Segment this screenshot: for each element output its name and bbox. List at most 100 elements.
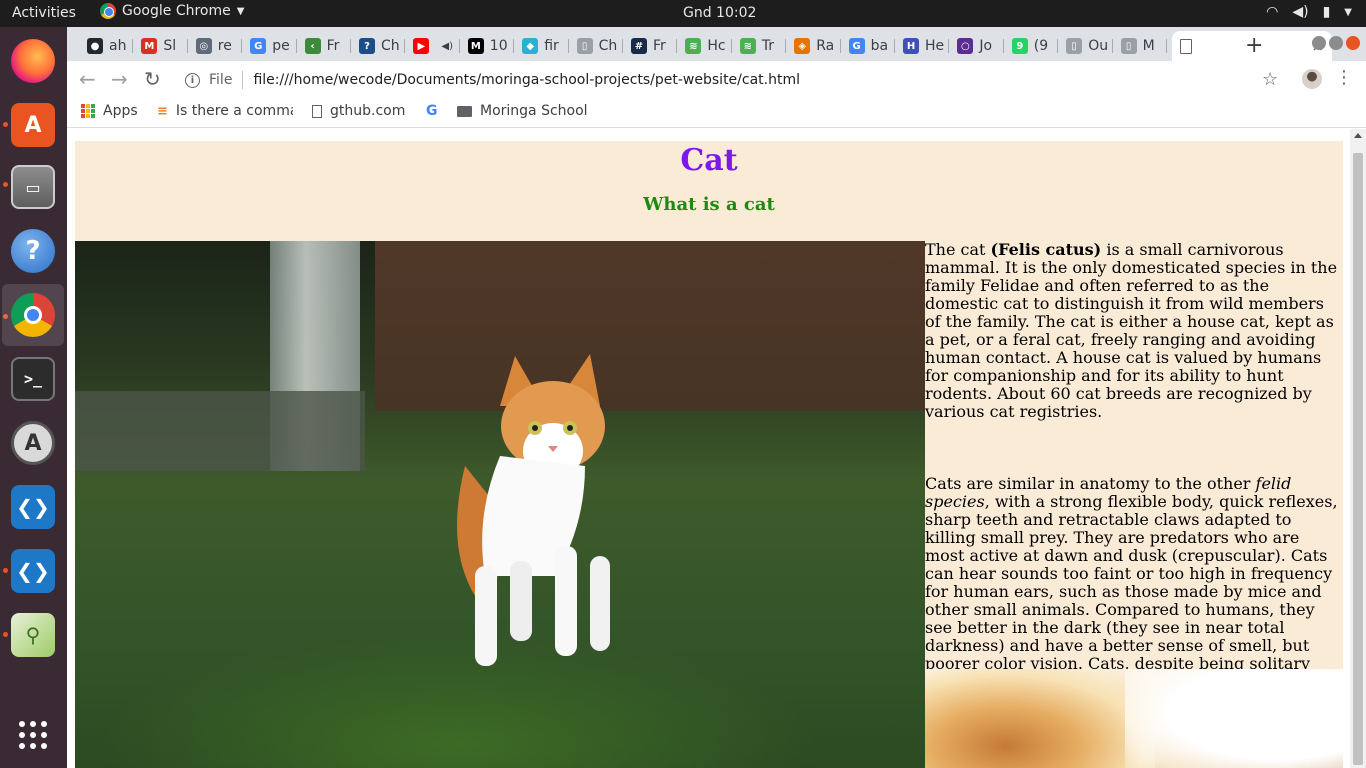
tab-item[interactable]: H He — [895, 31, 950, 61]
dock-image-viewer[interactable]: ⚲ — [2, 604, 64, 666]
profile-avatar[interactable] — [1302, 69, 1322, 89]
tab-item[interactable]: 9 (9 — [1004, 31, 1059, 61]
tab-favicon-icon: 9 — [1011, 38, 1028, 54]
bookmark-apps[interactable]: Apps — [81, 103, 138, 119]
dock-chrome[interactable] — [2, 284, 64, 346]
dock-vscode-2[interactable]: ❮❯ — [2, 540, 64, 602]
url-text[interactable]: file:///home/wecode/Documents/moringa-sc… — [253, 72, 800, 88]
window-controls — [1312, 36, 1360, 50]
cat-closeup-photo — [925, 669, 1343, 768]
tab-item[interactable]: ≋ Tr — [732, 31, 787, 61]
tab-favicon-icon: ◆ — [522, 38, 539, 54]
tab-item[interactable]: ≋ Hc — [677, 31, 732, 61]
bookmark-gthub[interactable]: gthub.com — [312, 103, 405, 119]
tab-item[interactable]: ▯ Ou — [1058, 31, 1113, 61]
battery-icon: ▮ — [1322, 4, 1331, 20]
tab-title: Ch — [598, 38, 618, 54]
dock-firefox[interactable] — [2, 30, 64, 92]
forward-arrow-icon[interactable]: → — [111, 67, 128, 91]
tab-title: 10 — [489, 38, 508, 54]
tab-favicon-icon: M — [141, 38, 158, 54]
tab-item[interactable]: ○ Jo — [949, 31, 1004, 61]
close-window-button[interactable] — [1346, 36, 1360, 50]
tab-item[interactable]: # Fr — [623, 31, 678, 61]
tab-item[interactable]: Gpe — [242, 31, 297, 61]
maximize-button[interactable] — [1329, 36, 1343, 50]
tab-item[interactable]: ◆ fir — [514, 31, 569, 61]
divider — [242, 71, 244, 89]
tab-title: ah — [109, 38, 127, 54]
stackoverflow-icon: ≡ — [157, 103, 168, 119]
tab-favicon-icon: H — [903, 38, 919, 54]
dock-help[interactable]: ? — [2, 220, 64, 282]
dock-software-updater[interactable]: A — [2, 412, 64, 474]
new-tab-button[interactable]: + — [1245, 33, 1263, 58]
bookmark-star-icon[interactable]: ☆ — [1262, 69, 1278, 90]
tab-title: Fr — [653, 38, 666, 54]
app-menu[interactable]: Google Chrome ▼ — [100, 3, 244, 19]
tab-item[interactable]: ◎ re — [188, 31, 243, 61]
help-icon: ? — [11, 229, 55, 273]
back-arrow-icon[interactable]: ← — [79, 67, 96, 91]
tab-favicon-icon: ▶ — [413, 38, 430, 54]
text-run: is a small carnivorous mammal. It is the… — [925, 240, 1338, 421]
tab-item[interactable]: Gba — [841, 31, 895, 61]
show-applications-button[interactable] — [2, 704, 64, 766]
tab-favicon-icon: ▯ — [576, 38, 593, 54]
tab-item[interactable]: M 10 — [460, 31, 515, 61]
tab-title: fir — [544, 38, 559, 54]
tab-title: Sl — [163, 38, 177, 54]
tab-item[interactable]: ▯ Ch — [569, 31, 623, 61]
kebab-menu-icon[interactable]: ⋮ — [1335, 67, 1353, 88]
scroll-up-arrow-icon[interactable] — [1354, 133, 1362, 138]
scrollbar-thumb[interactable] — [1353, 153, 1363, 765]
activities-button[interactable]: Activities — [12, 5, 76, 21]
vscode-icon: ❮❯ — [11, 549, 55, 593]
tab-favicon-icon: G — [848, 38, 865, 54]
audio-playing-icon[interactable]: ◀) — [441, 41, 453, 52]
address-bar[interactable]: i File file:///home/wecode/Documents/mor… — [171, 65, 1297, 95]
dock-files[interactable]: ▭ — [2, 156, 64, 218]
google-icon: G — [426, 103, 438, 119]
tab-item[interactable]: ● ah — [79, 31, 134, 61]
tab-title: Jo — [979, 38, 993, 54]
tab-item[interactable]: ▯ M — [1113, 31, 1167, 61]
tab-item[interactable]: ◈ Ra — [786, 31, 841, 61]
tab-title: M — [1142, 38, 1155, 54]
tab-item[interactable]: ‹ Fr — [297, 31, 351, 61]
browser-toolbar: ← → ↻ i File file:///home/wecode/Documen… — [67, 61, 1366, 98]
dock-ubuntu-software[interactable]: A — [2, 94, 64, 156]
cat-page: Cat What is a cat The cat (Felis catus) … — [75, 141, 1343, 768]
bookmark-label: Moringa School — [480, 103, 588, 119]
dock-vscode[interactable]: ❮❯ — [2, 476, 64, 538]
tab-title: He — [925, 38, 945, 54]
tab-favicon-icon: ≋ — [739, 38, 756, 54]
tab-favicon-icon: ◎ — [195, 38, 212, 54]
bookmark-google[interactable]: G — [426, 103, 438, 119]
file-cabinet-icon: ▭ — [11, 165, 55, 209]
tab-item[interactable]: M Sl — [133, 31, 188, 61]
tab-favicon-icon: ● — [87, 38, 103, 54]
description-section: The cat (Felis catus) is a small carnivo… — [925, 240, 1343, 768]
info-icon[interactable]: i — [185, 72, 200, 88]
tab-strip: ● ah M Sl ◎ re Gpe ‹ Fr? Ch ▶ ◀) M 10 ◆ fir ▯ Ch # Fr ≋ Hc ≋ Tr… — [67, 27, 1366, 61]
chrome-icon — [100, 3, 116, 19]
system-tray[interactable]: ◠ ◀) ▮ ▼ — [1266, 4, 1352, 20]
tab-item[interactable]: ▶ ◀) — [405, 31, 460, 61]
bookmark-stackoverflow[interactable]: ≡ Is there a comma — [157, 103, 293, 119]
tab-title: Ra — [816, 38, 835, 54]
minimize-button[interactable] — [1312, 36, 1326, 50]
dock-terminal[interactable]: >_ — [2, 348, 64, 410]
tab-item[interactable]: ? Ch — [351, 31, 406, 61]
page-subtitle: What is a cat — [643, 194, 775, 215]
apps-grid-icon — [81, 104, 95, 118]
page-scrollbar[interactable] — [1350, 129, 1366, 768]
clock[interactable]: Gnd 10:02 — [683, 5, 756, 21]
tab-favicon-icon: M — [467, 38, 484, 54]
reload-icon[interactable]: ↻ — [144, 67, 161, 91]
bookmarks-bar: Apps ≡ Is there a comma gthub.com G Mori… — [67, 98, 1366, 128]
page-title: Cat — [680, 143, 738, 178]
bookmark-moringa-folder[interactable]: Moringa School — [457, 103, 588, 119]
page-viewport: Cat What is a cat The cat (Felis catus) … — [67, 129, 1350, 768]
vscode-icon: ❮❯ — [11, 485, 55, 529]
